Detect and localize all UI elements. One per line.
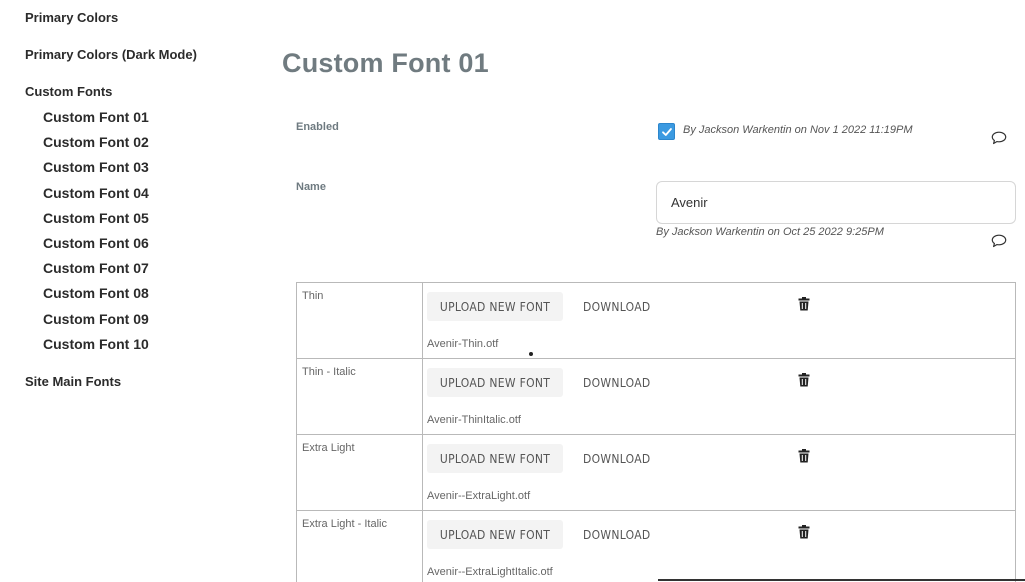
column-divider xyxy=(422,283,423,358)
sidebar-subitem-custom-font-08[interactable]: Custom Font 08 xyxy=(43,285,149,301)
name-input[interactable] xyxy=(656,181,1016,224)
upload-new-font-button[interactable]: UPLOAD NEW FONT xyxy=(427,368,563,397)
comment-icon[interactable] xyxy=(991,131,1007,145)
download-button[interactable]: DOWNLOAD xyxy=(583,368,651,397)
sidebar-item-primary-colors-dark-mode[interactable]: Primary Colors (Dark Mode) xyxy=(25,47,197,62)
download-button[interactable]: DOWNLOAD xyxy=(583,520,651,549)
cursor-dot xyxy=(529,352,533,356)
font-weight-label: Extra Light xyxy=(302,442,355,454)
check-icon xyxy=(661,127,672,136)
download-button[interactable]: DOWNLOAD xyxy=(583,444,651,473)
sidebar-subitem-custom-font-09[interactable]: Custom Font 09 xyxy=(43,311,149,327)
bottom-border-line xyxy=(658,579,1025,581)
enabled-audit-text: By Jackson Warkentin on Nov 1 2022 11:19… xyxy=(683,124,913,136)
sidebar-item-custom-fonts[interactable]: Custom Fonts xyxy=(25,84,112,99)
upload-new-font-button[interactable]: UPLOAD NEW FONT xyxy=(427,444,563,473)
font-row-extra-light: Extra Light UPLOAD NEW FONT DOWNLOAD Ave… xyxy=(297,435,1015,511)
trash-icon[interactable] xyxy=(798,525,810,539)
font-row-extra-light-italic: Extra Light - Italic UPLOAD NEW FONT DOW… xyxy=(297,511,1015,582)
upload-new-font-button[interactable]: UPLOAD NEW FONT xyxy=(427,520,563,549)
font-row-thin: Thin UPLOAD NEW FONT DOWNLOAD Avenir-Thi… xyxy=(297,283,1015,359)
sidebar-subitem-custom-font-03[interactable]: Custom Font 03 xyxy=(43,159,149,175)
font-row-thin-italic: Thin - Italic UPLOAD NEW FONT DOWNLOAD A… xyxy=(297,359,1015,435)
sidebar-subitem-custom-font-05[interactable]: Custom Font 05 xyxy=(43,210,149,226)
enabled-label: Enabled xyxy=(296,121,339,133)
name-label: Name xyxy=(296,181,326,193)
download-button[interactable]: DOWNLOAD xyxy=(583,292,651,321)
page-title: Custom Font 01 xyxy=(282,48,489,78)
font-file-name: Avenir-Thin.otf xyxy=(427,338,499,350)
sidebar: Primary Colors Primary Colors (Dark Mode… xyxy=(0,0,260,582)
font-file-name: Avenir-ThinItalic.otf xyxy=(427,414,521,426)
sidebar-subitem-custom-font-06[interactable]: Custom Font 06 xyxy=(43,235,149,251)
font-files-table: Thin UPLOAD NEW FONT DOWNLOAD Avenir-Thi… xyxy=(296,282,1016,582)
column-divider xyxy=(422,435,423,510)
sidebar-subitem-custom-font-02[interactable]: Custom Font 02 xyxy=(43,134,149,150)
column-divider xyxy=(422,359,423,434)
sidebar-item-site-main-fonts[interactable]: Site Main Fonts xyxy=(25,374,121,389)
trash-icon[interactable] xyxy=(798,297,810,311)
upload-new-font-button[interactable]: UPLOAD NEW FONT xyxy=(427,292,563,321)
font-weight-label: Thin - Italic xyxy=(302,366,356,378)
font-file-name: Avenir--ExtraLightItalic.otf xyxy=(427,566,553,578)
enabled-checkbox[interactable] xyxy=(658,123,675,140)
comment-icon[interactable] xyxy=(991,234,1007,248)
font-weight-label: Extra Light - Italic xyxy=(302,518,387,530)
trash-icon[interactable] xyxy=(798,449,810,463)
sidebar-subitem-custom-font-10[interactable]: Custom Font 10 xyxy=(43,336,149,352)
column-divider xyxy=(422,511,423,582)
sidebar-subitem-custom-font-04[interactable]: Custom Font 04 xyxy=(43,185,149,201)
sidebar-item-primary-colors[interactable]: Primary Colors xyxy=(25,10,118,25)
sidebar-subitem-custom-font-07[interactable]: Custom Font 07 xyxy=(43,260,149,276)
font-file-name: Avenir--ExtraLight.otf xyxy=(427,490,531,502)
name-audit-text: By Jackson Warkentin on Oct 25 2022 9:25… xyxy=(656,226,884,238)
sidebar-subitem-custom-font-01[interactable]: Custom Font 01 xyxy=(43,109,149,125)
font-weight-label: Thin xyxy=(302,290,324,302)
trash-icon[interactable] xyxy=(798,373,810,387)
